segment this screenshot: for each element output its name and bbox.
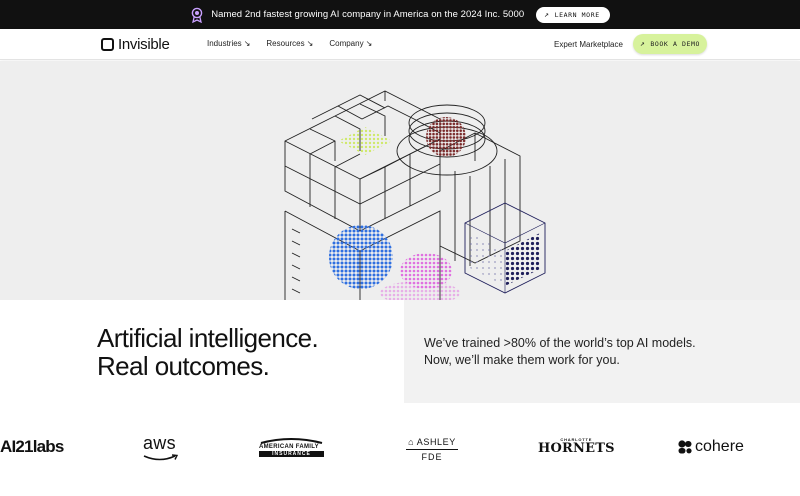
announcement-text: Named 2nd fastest growing AI company in …	[211, 9, 525, 20]
menu-item-company[interactable]: Company ↘	[329, 39, 372, 48]
cohere-mark-icon	[678, 440, 692, 454]
subcopy-line-1: We’ve trained >80% of the world’s top AI…	[424, 336, 696, 350]
house-icon: ⌂	[408, 437, 417, 447]
headline-band: Artificial intelligence. Real outcomes. …	[0, 300, 800, 403]
american-family-insurance-logo: AMERICAN FAMILY INSURANCE	[259, 437, 324, 457]
hero-illustration	[0, 61, 800, 300]
award-ribbon-icon	[191, 7, 203, 23]
cohere-word: cohere	[695, 438, 744, 455]
logo-square-icon	[101, 38, 114, 51]
book-demo-button[interactable]: ↗ BOOK A DEMO	[633, 34, 707, 54]
arrow-up-right-icon: ↗	[544, 9, 550, 19]
aws-logo: aws	[143, 433, 176, 453]
ai21-labs-logo: AI21labs	[0, 437, 64, 456]
menu-label: Resources	[266, 39, 305, 48]
logo-text: Invisible	[118, 36, 170, 53]
menu-label: Company	[329, 39, 364, 48]
ashley-line-2: FDE	[421, 452, 443, 462]
hornets-line-2: HORNETS	[538, 441, 615, 456]
arrow-up-right-icon: ↗	[639, 39, 646, 48]
expert-marketplace-link[interactable]: Expert Marketplace	[554, 40, 623, 49]
cohere-logo: cohere	[678, 438, 744, 456]
main-menu: Industries ↘ Resources ↘ Company ↘	[207, 39, 388, 48]
charlotte-hornets-logo: CHARLOTTE HORNETS	[538, 437, 615, 456]
amfam-line-2: INSURANCE	[259, 451, 324, 457]
aws-smile-icon	[143, 454, 179, 461]
arrow-down-right-icon: ↘	[365, 39, 373, 48]
hero-headline: Artificial intelligence. Real outcomes.	[97, 323, 319, 381]
invisible-logo[interactable]: Invisible	[101, 36, 170, 53]
ashley-divider	[406, 449, 458, 450]
amfam-line-1: AMERICAN FAMILY	[259, 444, 319, 450]
announcement-bar: Named 2nd fastest growing AI company in …	[0, 0, 800, 29]
roof-arch-icon	[260, 438, 323, 444]
top-navigation: Invisible Industries ↘ Resources ↘ Compa…	[0, 29, 800, 60]
menu-label: Industries	[207, 39, 242, 48]
menu-item-resources[interactable]: Resources ↘	[266, 39, 313, 48]
headline-line-1: Artificial intelligence.	[97, 323, 319, 353]
subcopy-line-2: Now, we’ll make them work for you.	[424, 353, 620, 367]
book-demo-label: BOOK A DEMO	[650, 40, 701, 48]
hero-subcopy: We’ve trained >80% of the world’s top AI…	[424, 335, 696, 369]
arrow-down-right-icon: ↘	[243, 39, 251, 48]
learn-more-button[interactable]: ↗ LEARN MORE	[536, 6, 610, 23]
arrow-down-right-icon: ↘	[306, 39, 314, 48]
client-logo-strip: AI21labs aws AMERICAN FAMILY INSURANCE ⌂…	[0, 404, 800, 496]
ashley-word: ASHLEY	[416, 437, 456, 447]
ashley-logo: ⌂ ASHLEY FDE	[406, 437, 458, 462]
menu-item-industries[interactable]: Industries ↘	[207, 39, 250, 48]
ashley-line-1: ⌂ ASHLEY	[406, 437, 458, 447]
isometric-cubes-graphic	[284, 90, 546, 300]
headline-line-2: Real outcomes.	[97, 351, 270, 381]
learn-more-label: LEARN MORE	[554, 10, 600, 19]
